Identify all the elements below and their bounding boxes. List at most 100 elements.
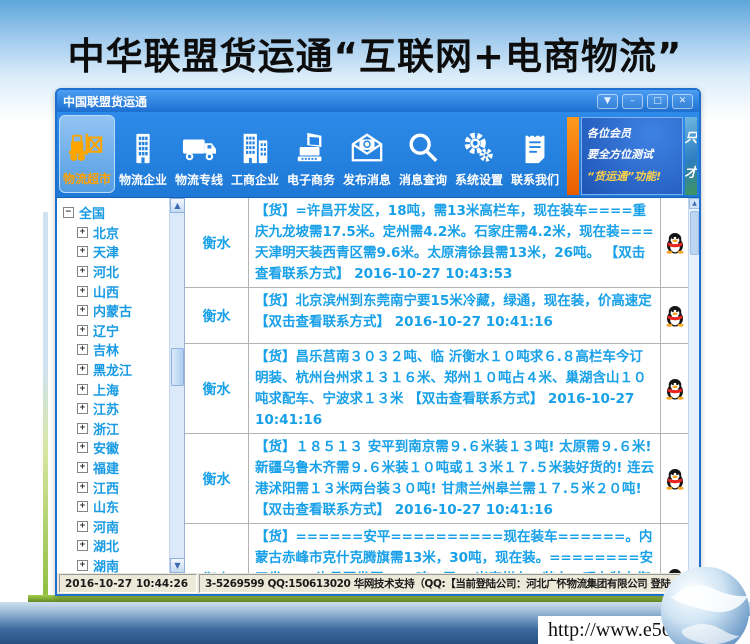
tree-item-province[interactable]: +河北 bbox=[57, 262, 169, 282]
qq-contact-icon[interactable] bbox=[661, 198, 688, 287]
collapse-icon[interactable]: − bbox=[63, 207, 74, 218]
tree-scrollbar[interactable]: ▲ ▼ bbox=[169, 198, 184, 573]
tree-item-province[interactable]: +辽宁 bbox=[57, 321, 169, 341]
expand-icon[interactable]: + bbox=[77, 266, 88, 277]
expand-icon[interactable]: + bbox=[77, 364, 88, 375]
expand-icon[interactable]: + bbox=[77, 384, 88, 395]
tree-item-province[interactable]: +山西 bbox=[57, 281, 169, 301]
qq-contact-icon[interactable] bbox=[661, 434, 688, 523]
toolbar-item-label: 电子商务 bbox=[287, 171, 335, 188]
freight-message: 【货】北京滨州到东莞南宁要15米冷藏，绿通，现在装，价高速定 【双击查看联系方式… bbox=[249, 288, 661, 343]
tree-item-province[interactable]: + 上海 bbox=[57, 379, 169, 399]
tree-item-province[interactable]: + 天津 bbox=[57, 242, 169, 262]
side-banner-char: 只 bbox=[685, 127, 697, 146]
expand-icon[interactable]: + bbox=[77, 423, 88, 434]
close-button[interactable]: ✕ bbox=[672, 94, 693, 109]
freight-message: 【货】１８５１３ 安平到南京需９.６米装１３吨! 太原需９.６米! 新疆乌鲁木齐… bbox=[249, 434, 661, 523]
tree-item-province[interactable]: + 山东 bbox=[57, 497, 169, 517]
forklift-icon bbox=[67, 124, 107, 170]
expand-icon[interactable]: + bbox=[77, 344, 88, 355]
toolbar-item-forklift[interactable]: 物流超市 bbox=[59, 115, 115, 193]
city-cell: 衡水 bbox=[185, 288, 249, 343]
tree-item-label: 内蒙古 bbox=[93, 301, 132, 320]
tree-item-province[interactable]: + 黑龙江 bbox=[57, 360, 169, 380]
content-area: −全国+北京+天津+河北+山西+内蒙古+辽宁+吉林+黑龙江+上海+江苏+浙江+安… bbox=[57, 197, 699, 573]
minimize-button[interactable]: – bbox=[622, 94, 643, 109]
statusbar-info: 3-5269599 QQ:150613020 华网技术支持（QQ:【当前登陆公司… bbox=[199, 574, 697, 593]
tree-item-label: 全国 bbox=[79, 203, 105, 222]
toolbar-item-truck[interactable]: 物流专线 bbox=[171, 115, 227, 193]
buildings-icon bbox=[235, 125, 275, 171]
expand-icon[interactable]: + bbox=[77, 560, 88, 571]
expand-icon[interactable]: + bbox=[77, 501, 88, 512]
tree-item-province[interactable]: +北京 bbox=[57, 223, 169, 243]
scrollbar-thumb[interactable] bbox=[690, 211, 699, 255]
scrollbar-thumb[interactable] bbox=[171, 348, 184, 386]
toolbar-item-gear[interactable]: 系统设置 bbox=[451, 115, 507, 193]
background-strip bbox=[43, 212, 48, 596]
freight-message: 【货】=许昌开发区，18吨，需13米高栏车，现在装车====重庆九龙坡需17.5… bbox=[249, 198, 661, 287]
side-scroll-banner[interactable]: 只才 bbox=[685, 117, 697, 195]
toolbar-item-label: 物流超市 bbox=[63, 170, 111, 187]
tree-item-province[interactable]: + 湖北 bbox=[57, 536, 169, 556]
expand-icon[interactable]: + bbox=[77, 540, 88, 551]
expand-icon[interactable]: + bbox=[77, 442, 88, 453]
qq-contact-icon[interactable] bbox=[661, 288, 688, 343]
tree-item-label: 山东 bbox=[93, 497, 119, 516]
freight-row[interactable]: 衡水【货】１８５１３ 安平到南京需９.６米装１３吨! 太原需９.６米! 新疆乌鲁… bbox=[185, 434, 688, 524]
expand-icon[interactable]: + bbox=[77, 403, 88, 414]
orange-divider-stripe bbox=[567, 117, 579, 195]
expand-icon[interactable]: + bbox=[77, 325, 88, 336]
freight-row[interactable]: 衡水【货】昌乐莒南３０３２吨、临 沂衡水１０吨求６.８高栏车今订明装、杭州台州求… bbox=[185, 344, 688, 434]
tree-item-root[interactable]: −全国 bbox=[57, 203, 169, 223]
tree-item-province[interactable]: + 吉林 bbox=[57, 340, 169, 360]
expand-icon[interactable]: + bbox=[77, 246, 88, 257]
tree-item-province[interactable]: +湖南 bbox=[57, 556, 169, 573]
rollup-button[interactable]: ▼ bbox=[597, 94, 618, 109]
tree-item-label: 湖北 bbox=[93, 536, 119, 555]
tree-item-label: 吉林 bbox=[93, 340, 119, 359]
truck-icon bbox=[179, 125, 219, 171]
expand-icon[interactable]: + bbox=[77, 286, 88, 297]
tree-item-province[interactable]: + 福建 bbox=[57, 458, 169, 478]
window-controls: ▼–□ ✕ bbox=[597, 94, 693, 109]
toolbar-item-buildings[interactable]: 工商企业 bbox=[227, 115, 283, 193]
toolbar-item-envelope[interactable]: 发布消息 bbox=[339, 115, 395, 193]
expand-icon[interactable]: + bbox=[77, 305, 88, 316]
tree-item-province[interactable]: + 内蒙古 bbox=[57, 301, 169, 321]
tree-item-label: 浙江 bbox=[93, 419, 119, 438]
scroll-down-icon[interactable]: ▼ bbox=[170, 558, 185, 573]
scroll-up-icon[interactable]: ▲ bbox=[689, 198, 699, 209]
toolbar-item-search[interactable]: 消息查询 bbox=[395, 115, 451, 193]
toolbar-item-building[interactable]: 物流企业 bbox=[115, 115, 171, 193]
toolbar-item-ecommerce[interactable]: 电子商务 bbox=[283, 115, 339, 193]
tree-item-province[interactable]: +河南 bbox=[57, 517, 169, 537]
tree-item-label: 上海 bbox=[93, 380, 119, 399]
tree-item-label: 黑龙江 bbox=[93, 360, 132, 379]
tree-item-label: 福建 bbox=[93, 458, 119, 477]
freight-message-board: 衡水【货】=许昌开发区，18吨，需13米高栏车，现在装车====重庆九龙坡需17… bbox=[184, 198, 688, 573]
tree-item-province[interactable]: + 浙江 bbox=[57, 419, 169, 439]
expand-icon[interactable]: + bbox=[77, 462, 88, 473]
freight-message: 【货】======安平==========现在装车======。内蒙古赤峰市克什… bbox=[249, 524, 661, 573]
qq-contact-icon[interactable] bbox=[661, 344, 688, 433]
expand-icon[interactable]: + bbox=[77, 227, 88, 238]
toolbar-item-notepad[interactable]: 联系我们 bbox=[507, 115, 563, 193]
freight-row[interactable]: 衡水【货】======安平==========现在装车======。内蒙古赤峰市… bbox=[185, 524, 688, 573]
expand-icon[interactable]: + bbox=[77, 482, 88, 493]
tree-item-province[interactable]: +江西 bbox=[57, 477, 169, 497]
city-cell: 衡水 bbox=[185, 344, 249, 433]
maximize-button[interactable]: □ bbox=[647, 94, 668, 109]
expand-icon[interactable]: + bbox=[77, 521, 88, 532]
notepad-icon bbox=[515, 125, 555, 171]
toolbar-item-label: 发布消息 bbox=[343, 171, 391, 188]
freight-row[interactable]: 衡水【货】=许昌开发区，18吨，需13米高栏车，现在装车====重庆九龙坡需17… bbox=[185, 198, 688, 288]
tree-item-province[interactable]: +江苏 bbox=[57, 399, 169, 419]
tree-item-province[interactable]: +安徽 bbox=[57, 438, 169, 458]
banner-line: 要全方位测试 bbox=[587, 144, 677, 165]
board-scrollbar[interactable]: ▲ bbox=[688, 198, 699, 573]
freight-row[interactable]: 衡水【货】北京滨州到东莞南宁要15米冷藏，绿通，现在装，价高速定 【双击查看联系… bbox=[185, 288, 688, 344]
scroll-up-icon[interactable]: ▲ bbox=[170, 198, 185, 213]
member-notice-banner[interactable]: 各位会员 要全方位测试 “货运通”功能! bbox=[581, 117, 683, 195]
tree-item-label: 天津 bbox=[93, 242, 119, 261]
